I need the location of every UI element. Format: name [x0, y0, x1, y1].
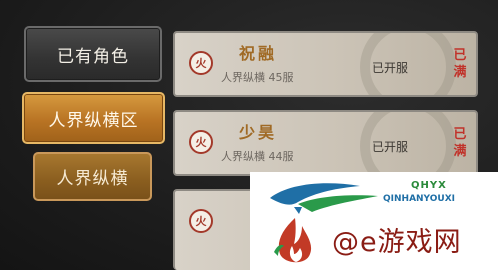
server-status: 已开服	[372, 61, 409, 75]
watermark-site-text: @e游戏网	[332, 227, 462, 258]
tab-subregion[interactable]: 人界纵横	[33, 152, 152, 201]
full-badge-line: 满	[453, 65, 467, 80]
watermark: QHYX QINHANYOUXI @e游戏网	[250, 172, 498, 270]
server-item[interactable]: 火 祝融 人界纵横 45服 已开服 已 满	[173, 31, 478, 97]
full-badge-line: 已	[453, 48, 467, 63]
fire-element-icon: 火	[189, 51, 213, 75]
watermark-domain: QINHANYOUXI	[383, 194, 456, 204]
watermark-brand: QHYX	[411, 180, 447, 191]
fire-element-icon: 火	[189, 209, 213, 233]
server-full-badge: 已 满	[450, 120, 470, 166]
flame-logo-icon	[274, 218, 312, 263]
bird-logo-icon	[270, 183, 378, 214]
server-item[interactable]: 火 少昊 人界纵横 44服 已开服 已 满	[173, 110, 478, 176]
server-subtitle: 人界纵横 44服	[221, 150, 294, 163]
server-name: 少昊	[239, 123, 278, 142]
server-status: 已开服	[372, 140, 409, 154]
server-full-badge: 已 满	[450, 41, 470, 87]
full-badge-line: 满	[453, 144, 467, 159]
server-name: 祝融	[239, 44, 278, 63]
full-badge-line: 已	[453, 127, 467, 142]
server-subtitle: 人界纵横 45服	[221, 71, 294, 84]
tab-region-selected[interactable]: 人界纵横区	[22, 92, 165, 144]
tab-owned-roles[interactable]: 已有角色	[24, 26, 162, 82]
fire-element-icon: 火	[189, 130, 213, 154]
